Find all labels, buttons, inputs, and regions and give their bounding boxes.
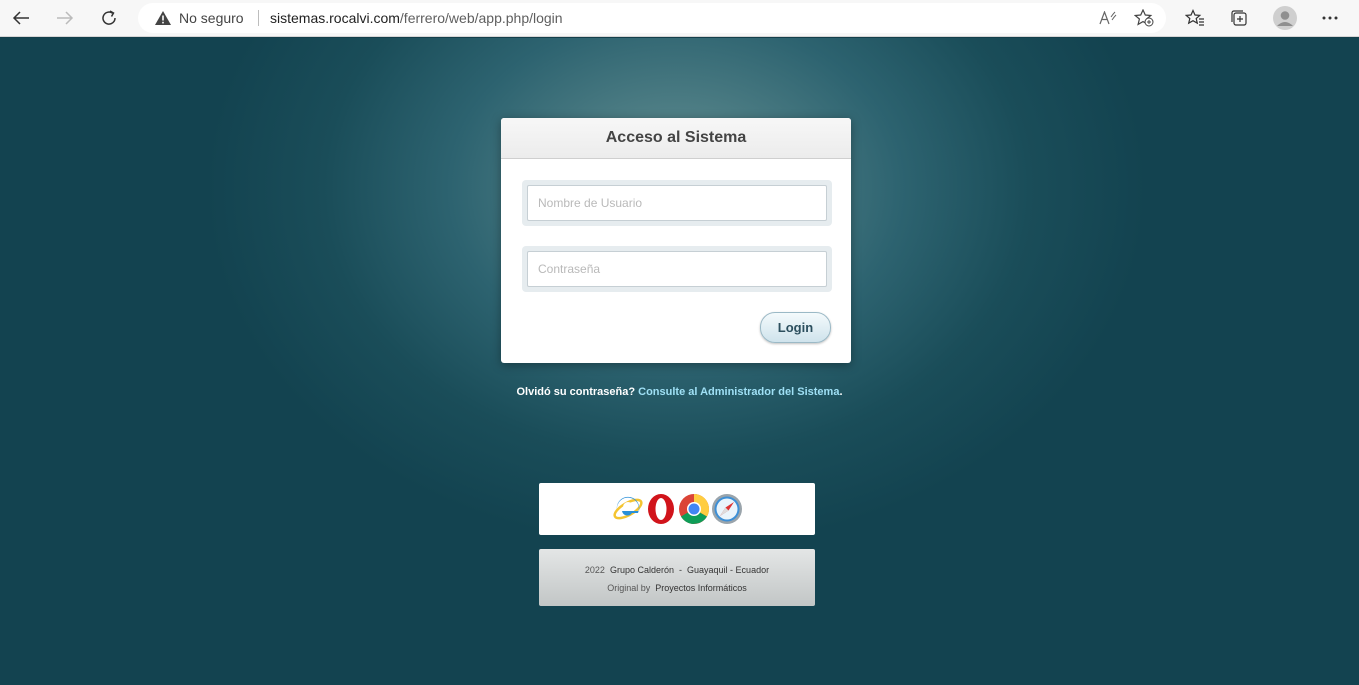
safari-icon [711, 494, 742, 524]
footer-line-1: 2022 Grupo Calderón - Guayaquil - Ecuado… [539, 565, 815, 575]
favorites-button[interactable] [1179, 2, 1211, 34]
password-field-wrapper [522, 246, 832, 292]
footer-year: 2022 [584, 565, 605, 575]
footer-original-by: Original by [607, 583, 651, 593]
chrome-icon [678, 494, 709, 524]
read-aloud-icon [1099, 11, 1117, 25]
footer-author: Proyectos Informáticos [655, 583, 747, 593]
forgot-trailing: . [839, 386, 843, 398]
more-icon [1322, 16, 1338, 20]
internet-explorer-icon [612, 496, 643, 520]
footer-location: Guayaquil - Ecuador [687, 565, 770, 575]
login-button[interactable]: Login [760, 312, 831, 343]
favorites-icon [1185, 9, 1204, 26]
login-card: Acceso al Sistema Login [501, 118, 851, 363]
footer-line-2: Original by Proyectos Informáticos [539, 583, 815, 593]
refresh-button[interactable] [93, 2, 125, 34]
forward-button[interactable] [49, 2, 81, 34]
back-icon [12, 11, 29, 25]
forward-icon [57, 11, 74, 25]
profile-icon [1273, 6, 1297, 30]
username-input[interactable] [527, 185, 827, 221]
refresh-icon [102, 10, 116, 25]
login-page: Acceso al Sistema Login Olvidó su contra… [0, 38, 1359, 685]
address-bar[interactable]: No seguro sistemas.rocalvi.com/ferrero/w… [138, 3, 1166, 33]
collections-icon [1231, 10, 1247, 26]
page-footer: 2022 Grupo Calderón - Guayaquil - Ecuado… [539, 549, 815, 606]
opera-icon [647, 494, 674, 524]
address-separator [258, 10, 259, 26]
contact-admin-link[interactable]: Consulte al Administrador del Sistema [638, 386, 839, 398]
back-button[interactable] [5, 2, 37, 34]
security-label[interactable]: No seguro [179, 9, 244, 27]
url-text[interactable]: sistemas.rocalvi.com/ferrero/web/app.php… [270, 9, 563, 27]
profile-button[interactable] [1269, 2, 1301, 34]
add-favorite-icon [1134, 9, 1154, 27]
collections-button[interactable] [1223, 2, 1255, 34]
password-input[interactable] [527, 251, 827, 287]
add-favorite-button[interactable] [1133, 8, 1155, 28]
url-host: sistemas.rocalvi.com [270, 10, 400, 26]
more-button[interactable] [1314, 2, 1346, 34]
url-path: /ferrero/web/app.php/login [399, 10, 563, 26]
forgot-password-text: Olvidó su contraseña? Consulte al Admini… [0, 386, 1359, 398]
warning-icon [155, 11, 171, 25]
read-aloud-button[interactable] [1097, 8, 1119, 28]
supported-browsers-panel [539, 483, 815, 535]
username-field-wrapper [522, 180, 832, 226]
browser-toolbar: No seguro sistemas.rocalvi.com/ferrero/w… [0, 0, 1359, 37]
footer-dash: - [679, 565, 683, 575]
forgot-question: Olvidó su contraseña? [516, 386, 636, 398]
login-title: Acceso al Sistema [501, 118, 851, 159]
footer-company: Grupo Calderón [609, 565, 674, 575]
